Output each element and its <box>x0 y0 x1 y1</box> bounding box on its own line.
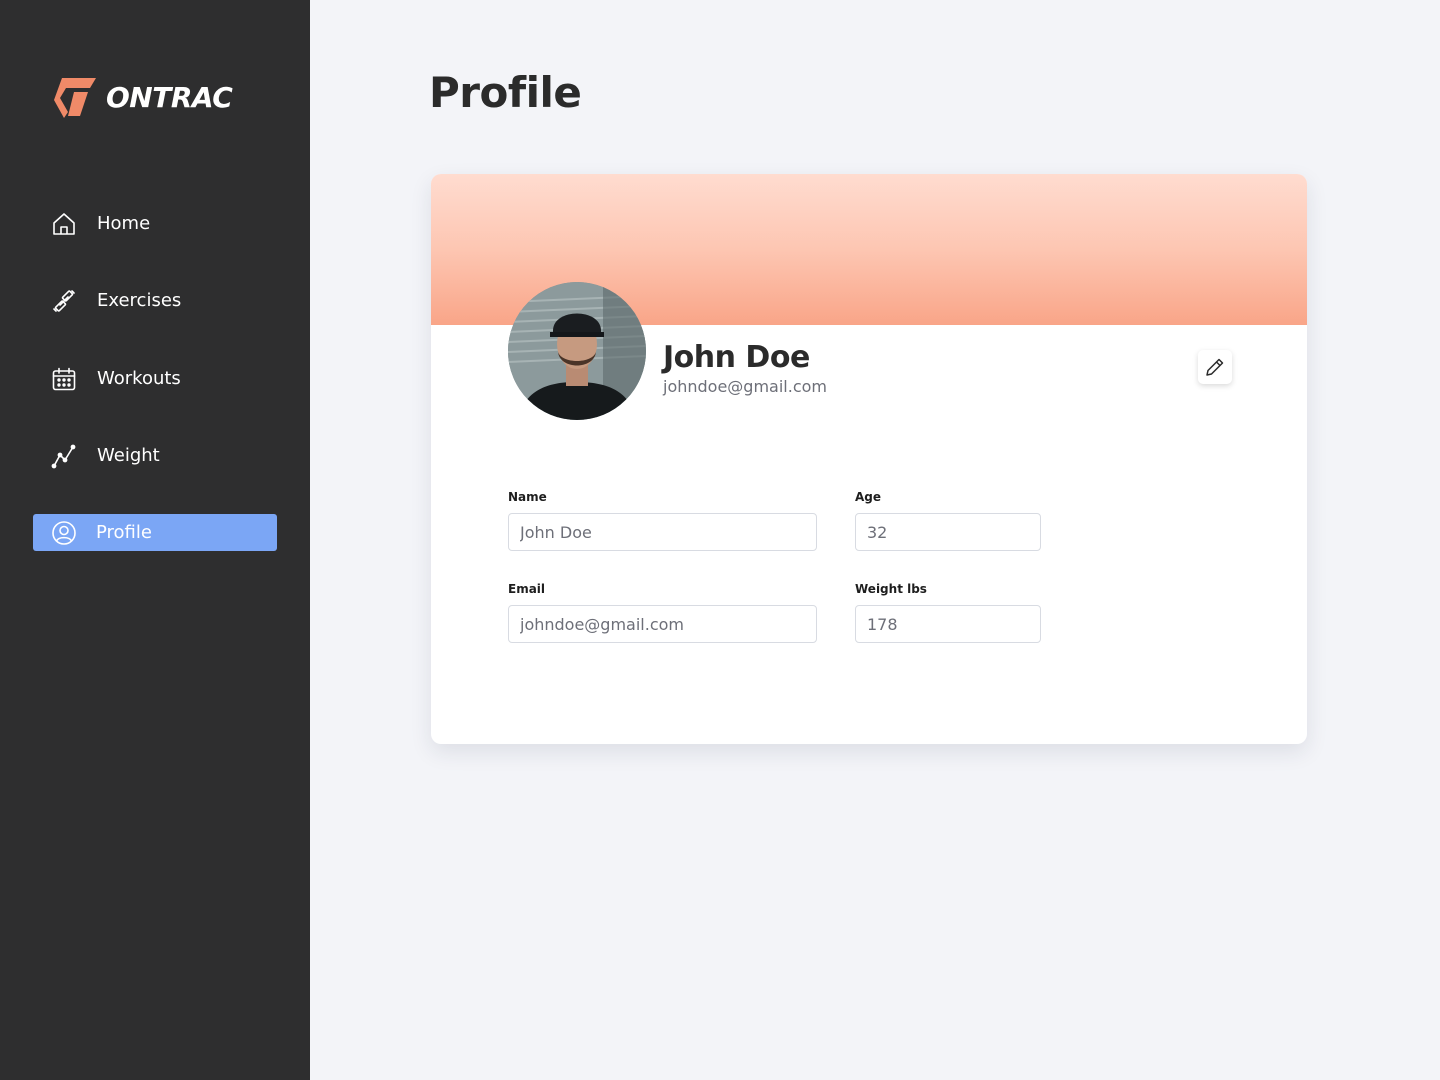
nav-item-workouts[interactable]: Workouts <box>33 360 277 397</box>
nav-label-home: Home <box>97 213 151 234</box>
email-input[interactable] <box>508 605 817 643</box>
home-icon <box>51 211 77 237</box>
nav-label-exercises: Exercises <box>97 290 182 311</box>
profile-name: John Doe <box>663 340 810 375</box>
app-logo[interactable]: ONTRAC <box>52 76 233 118</box>
profile-email: johndoe@gmail.com <box>663 377 827 396</box>
dumbbell-icon <box>51 288 77 314</box>
nav-label-profile: Profile <box>96 522 152 543</box>
avatar <box>508 282 646 420</box>
nav-item-exercises[interactable]: Exercises <box>33 282 277 319</box>
weight-input[interactable] <box>855 605 1041 643</box>
logo-text: ONTRAC <box>106 80 233 114</box>
pencil-icon <box>1206 358 1224 376</box>
name-field-label: Name <box>508 490 547 504</box>
nav-label-weight: Weight <box>97 445 160 466</box>
edit-profile-button[interactable] <box>1198 350 1232 384</box>
nav-item-weight[interactable]: Weight <box>33 437 277 474</box>
page-title: Profile <box>429 68 582 117</box>
weight-field-label: Weight lbs <box>855 582 927 596</box>
calendar-icon <box>51 366 77 392</box>
ontrac-logo-icon <box>54 78 96 118</box>
user-circle-icon <box>51 520 77 546</box>
line-chart-icon <box>51 443 77 469</box>
profile-card: John Doe johndoe@gmail.com Name Age Emai… <box>431 174 1307 744</box>
age-input[interactable] <box>855 513 1041 551</box>
nav-item-profile[interactable]: Profile <box>33 514 277 551</box>
age-field-label: Age <box>855 490 882 504</box>
nav-item-home[interactable]: Home <box>33 205 277 242</box>
sidebar: ONTRAC Home Exercises Workouts Weight Pr… <box>0 0 310 1080</box>
name-input[interactable] <box>508 513 817 551</box>
email-field-label: Email <box>508 582 546 596</box>
nav-label-workouts: Workouts <box>97 368 181 389</box>
